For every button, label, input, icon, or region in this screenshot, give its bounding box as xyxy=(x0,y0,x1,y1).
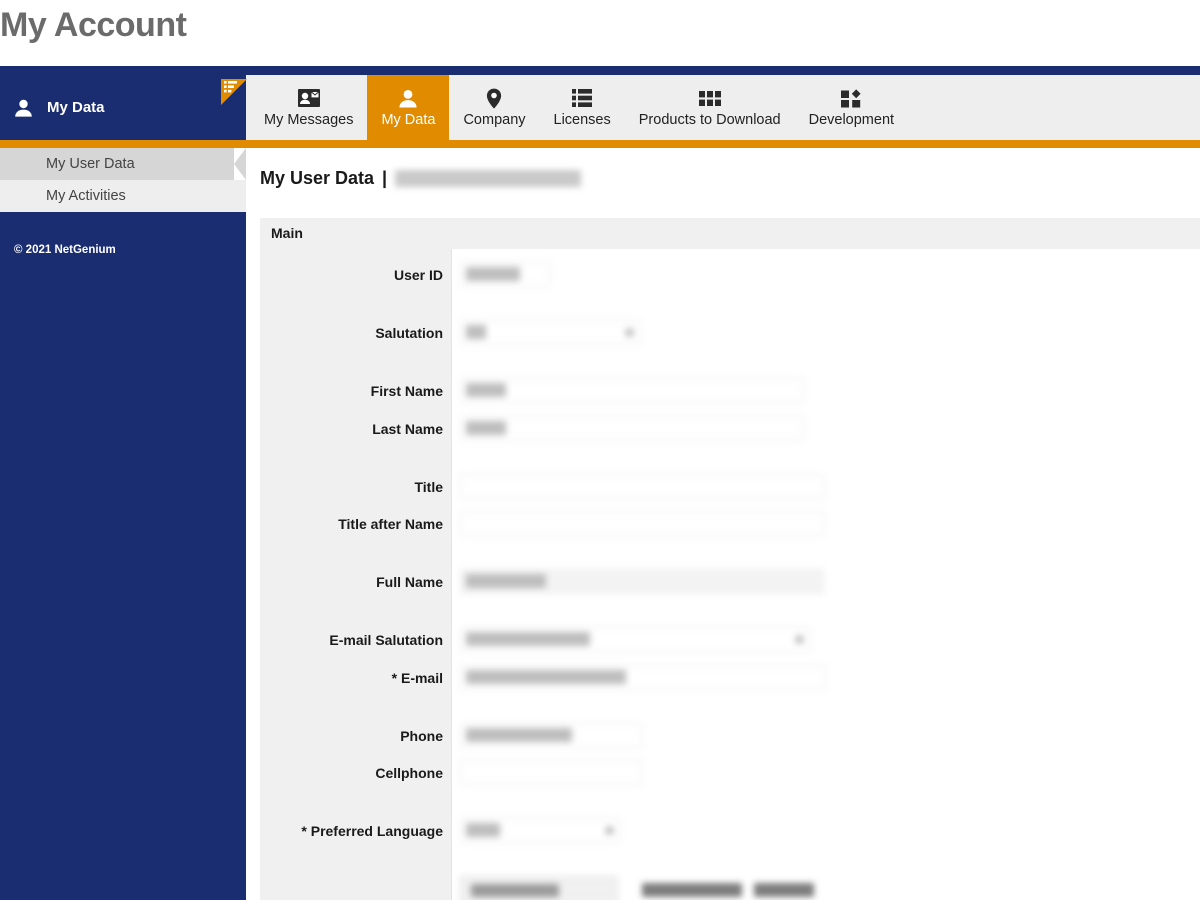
field-control[interactable] xyxy=(460,262,550,287)
sidebar-accent-bar xyxy=(0,140,246,148)
tab-label: Licenses xyxy=(553,112,611,128)
field-control[interactable] xyxy=(460,627,810,652)
tab-products-to-download[interactable]: Products to Download xyxy=(624,75,795,140)
field-control[interactable] xyxy=(460,723,642,748)
footer-controls[interactable] xyxy=(460,876,814,900)
sidebar: My Data My User Data My Activities © 202… xyxy=(0,75,246,900)
salutation-select[interactable] xyxy=(460,320,640,345)
change-password-button[interactable] xyxy=(460,876,618,900)
grid-apps-icon xyxy=(698,87,721,109)
field-control[interactable] xyxy=(460,378,804,403)
copyright-notice: © 2021 NetGenium xyxy=(14,244,116,256)
tab-label: Company xyxy=(463,112,526,128)
sidebar-item-my-user-data[interactable]: My User Data xyxy=(0,148,246,180)
field-control[interactable] xyxy=(460,474,824,499)
tab-label: Products to Download xyxy=(638,112,781,128)
record-title-text: My User Data xyxy=(260,168,375,188)
field-control xyxy=(460,569,824,594)
tab-my-messages[interactable]: My Messages xyxy=(250,75,368,140)
field-row-email-salutation: E-mail Salutation xyxy=(260,621,1200,658)
email-salutation-select[interactable] xyxy=(460,627,810,652)
sidebar-subnav: My User Data My Activities xyxy=(0,148,246,212)
field-control[interactable] xyxy=(460,760,642,785)
user-id-input[interactable] xyxy=(460,262,550,287)
sidebar-header[interactable]: My Data xyxy=(0,75,246,140)
sidebar-header-label: My Data xyxy=(47,99,105,116)
phone-input[interactable] xyxy=(460,723,642,748)
sidebar-item-label: My Activities xyxy=(46,188,126,204)
password-state-value xyxy=(754,882,814,897)
record-title-value-redacted xyxy=(395,170,582,187)
record-title-separator: | xyxy=(382,168,388,188)
field-row-last-name: Last Name xyxy=(260,410,1200,447)
field-row-user-id: User ID xyxy=(260,256,1200,293)
field-row-first-name: First Name xyxy=(260,372,1200,409)
field-row-title-after-name: Title after Name xyxy=(260,505,1200,542)
content-area: My User Data | Main User ID Salutation F… xyxy=(246,148,1200,900)
list-ribbon-icon[interactable] xyxy=(221,79,247,105)
field-row-phone: Phone xyxy=(260,717,1200,754)
tab-my-data[interactable]: My Data xyxy=(367,75,450,140)
main-tabs: My Messages My Data Company Licenses Pro xyxy=(250,75,909,140)
field-row-email: * E-mail xyxy=(260,659,1200,696)
sidebar-item-my-activities[interactable]: My Activities xyxy=(0,180,246,212)
field-label: User ID xyxy=(393,266,443,283)
app-root: My Account My Messages My Data Company L… xyxy=(0,0,1200,900)
field-control[interactable] xyxy=(460,665,826,690)
tab-company[interactable]: Company xyxy=(449,75,540,140)
last-name-input[interactable] xyxy=(460,416,804,441)
field-label: Salutation xyxy=(375,324,443,341)
tab-label: My Messages xyxy=(264,112,354,128)
field-row-footer-actions xyxy=(260,871,1200,900)
tab-development[interactable]: Development xyxy=(794,75,909,140)
blocks-diamond-icon xyxy=(841,87,861,109)
full-name-readonly xyxy=(460,569,824,594)
field-label: * Preferred Language xyxy=(301,822,443,839)
field-label: Title after Name xyxy=(338,515,443,532)
field-label: Cellphone xyxy=(375,764,443,781)
map-pin-icon xyxy=(486,87,502,109)
contact-card-icon xyxy=(297,87,320,109)
field-label: * E-mail xyxy=(391,669,443,686)
field-label: Full Name xyxy=(376,573,443,590)
preferred-language-select[interactable] xyxy=(460,818,620,843)
field-control[interactable] xyxy=(460,818,620,843)
field-row-full-name: Full Name xyxy=(260,563,1200,600)
field-row-cellphone: Cellphone xyxy=(260,754,1200,791)
field-label: Phone xyxy=(400,727,443,744)
field-label: First Name xyxy=(370,382,443,399)
title-after-name-input[interactable] xyxy=(460,511,824,536)
page-title: My Account xyxy=(0,6,187,44)
field-label: Title xyxy=(414,478,443,495)
field-row-title: Title xyxy=(260,468,1200,505)
cellphone-input[interactable] xyxy=(460,760,642,785)
field-label: Last Name xyxy=(372,420,443,437)
email-input[interactable] xyxy=(460,665,826,690)
field-control[interactable] xyxy=(460,416,804,441)
tab-label: My Data xyxy=(381,112,436,128)
field-control[interactable] xyxy=(460,320,640,345)
field-control[interactable] xyxy=(460,511,824,536)
password-state-label xyxy=(642,882,742,897)
first-name-input[interactable] xyxy=(460,378,804,403)
field-label: E-mail Salutation xyxy=(329,631,443,648)
person-icon xyxy=(398,87,418,109)
list-icon xyxy=(572,87,593,109)
tab-licenses[interactable]: Licenses xyxy=(539,75,625,140)
field-row-salutation: Salutation xyxy=(260,314,1200,351)
sidebar-item-label: My User Data xyxy=(46,156,135,172)
field-row-preferred-language: * Preferred Language xyxy=(260,812,1200,849)
user-data-form: User ID Salutation First Name Last Name … xyxy=(260,249,1200,900)
tab-label: Development xyxy=(808,112,895,128)
record-title: My User Data | xyxy=(260,168,582,189)
section-header-main: Main xyxy=(260,218,1200,249)
person-icon xyxy=(14,99,33,117)
ribbon-list-glyph xyxy=(224,81,239,99)
top-accent-bar xyxy=(0,66,1200,75)
title-input[interactable] xyxy=(460,474,824,499)
